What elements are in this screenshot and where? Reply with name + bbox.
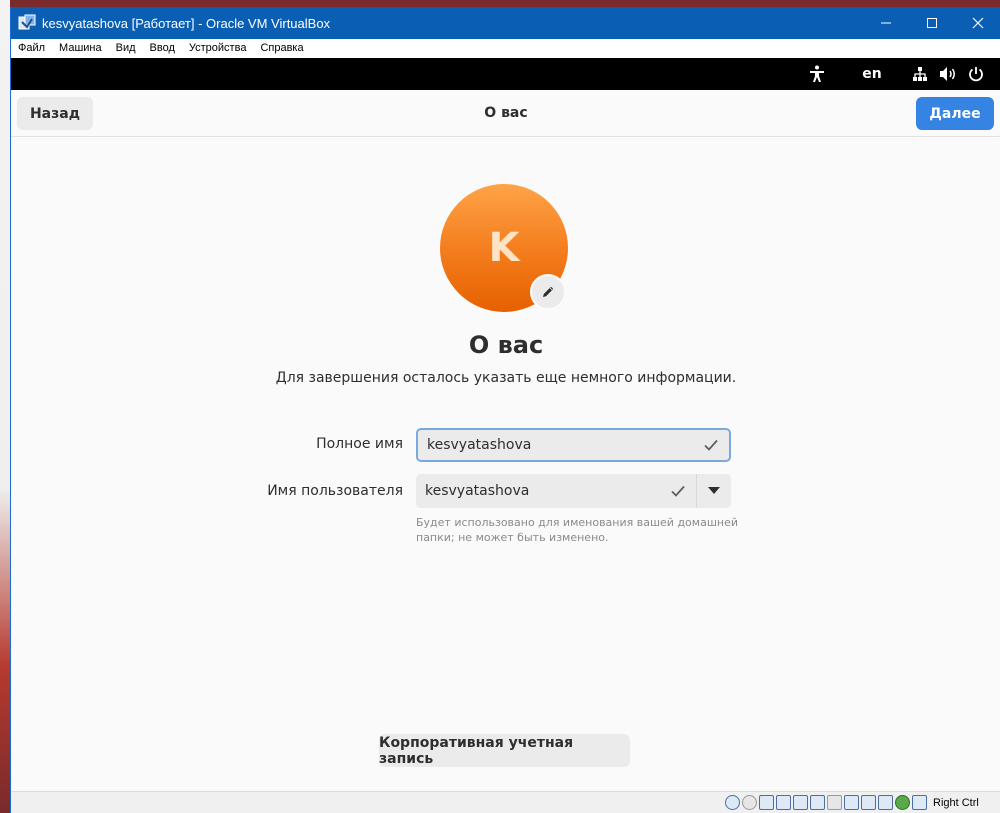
- header-bar: О вас Назад Далее: [11, 90, 1000, 137]
- menu-file[interactable]: Файл: [11, 39, 52, 58]
- username-label: Имя пользователя: [267, 483, 403, 499]
- virtualization-icon[interactable]: [878, 795, 893, 810]
- username-value: kesvyatashova: [425, 483, 530, 499]
- display-icon[interactable]: [844, 795, 859, 810]
- power-icon: [969, 67, 983, 82]
- network-icon: [913, 67, 927, 81]
- full-name-value: kesvyatashova: [427, 437, 532, 453]
- close-icon: [972, 17, 984, 29]
- page-subtitle: Для завершения осталось указать еще немн…: [275, 370, 737, 386]
- network-adapter-icon[interactable]: [776, 795, 791, 810]
- shared-folders-icon[interactable]: [810, 795, 825, 810]
- recording-icon[interactable]: [861, 795, 876, 810]
- title-bar[interactable]: kesvyatashova [Работает] - Oracle VM Vir…: [11, 7, 1000, 39]
- close-button[interactable]: [955, 7, 1000, 39]
- pencil-icon: [543, 286, 554, 297]
- mouse-integration-icon[interactable]: [895, 795, 910, 810]
- check-icon: [699, 439, 723, 451]
- username-hint: Будет использовано для именования вашей …: [416, 516, 739, 544]
- guest-display[interactable]: en О вас Назад Далее K О вас Для заверше…: [11, 58, 1000, 791]
- network-button[interactable]: [909, 58, 931, 90]
- accessibility-icon: [810, 65, 824, 82]
- enterprise-login-button[interactable]: Корпоративная учетная запись: [379, 734, 630, 767]
- window-title: kesvyatashova [Работает] - Oracle VM Vir…: [42, 15, 331, 31]
- maximize-button[interactable]: [909, 7, 955, 39]
- menu-bar: Файл Машина Вид Ввод Устройства Справка: [11, 39, 1000, 58]
- minimize-button[interactable]: [863, 7, 909, 39]
- username-dropdown-button[interactable]: [696, 474, 731, 508]
- menu-input[interactable]: Ввод: [143, 39, 182, 58]
- audio-icon[interactable]: [759, 795, 774, 810]
- username-input[interactable]: kesvyatashova: [416, 474, 696, 508]
- host-key-label: Right Ctrl: [933, 797, 979, 809]
- full-name-input[interactable]: kesvyatashova: [416, 428, 731, 462]
- drag-drop-icon[interactable]: [827, 795, 842, 810]
- volume-icon: [940, 67, 955, 81]
- chevron-down-icon: [708, 487, 720, 494]
- desktop-background: [0, 0, 10, 813]
- language-indicator[interactable]: en: [857, 58, 887, 90]
- gnome-top-bar: en: [11, 58, 1000, 90]
- optical-drive-icon[interactable]: [742, 795, 757, 810]
- back-button[interactable]: Назад: [17, 97, 93, 130]
- accessibility-button[interactable]: [805, 58, 829, 90]
- page-title: О вас: [468, 331, 544, 359]
- maximize-icon: [927, 18, 937, 28]
- keyboard-capture-icon[interactable]: [912, 795, 927, 810]
- usb-icon[interactable]: [793, 795, 808, 810]
- minimize-icon: [881, 22, 891, 24]
- volume-button[interactable]: [937, 58, 959, 90]
- check-icon: [666, 485, 690, 497]
- full-name-label: Полное имя: [316, 436, 403, 452]
- virtualbox-icon: [18, 14, 36, 32]
- status-bar: Right Ctrl: [11, 791, 1000, 813]
- menu-view[interactable]: Вид: [109, 39, 143, 58]
- menu-machine[interactable]: Машина: [52, 39, 109, 58]
- menu-help[interactable]: Справка: [253, 39, 310, 58]
- menu-devices[interactable]: Устройства: [182, 39, 254, 58]
- harddisk-icon[interactable]: [725, 795, 740, 810]
- next-button[interactable]: Далее: [916, 97, 994, 130]
- power-button[interactable]: [965, 58, 987, 90]
- header-title: О вас: [484, 105, 528, 121]
- avatar-edit-button[interactable]: [530, 274, 566, 310]
- virtualbox-window: kesvyatashova [Работает] - Oracle VM Vir…: [10, 7, 1000, 813]
